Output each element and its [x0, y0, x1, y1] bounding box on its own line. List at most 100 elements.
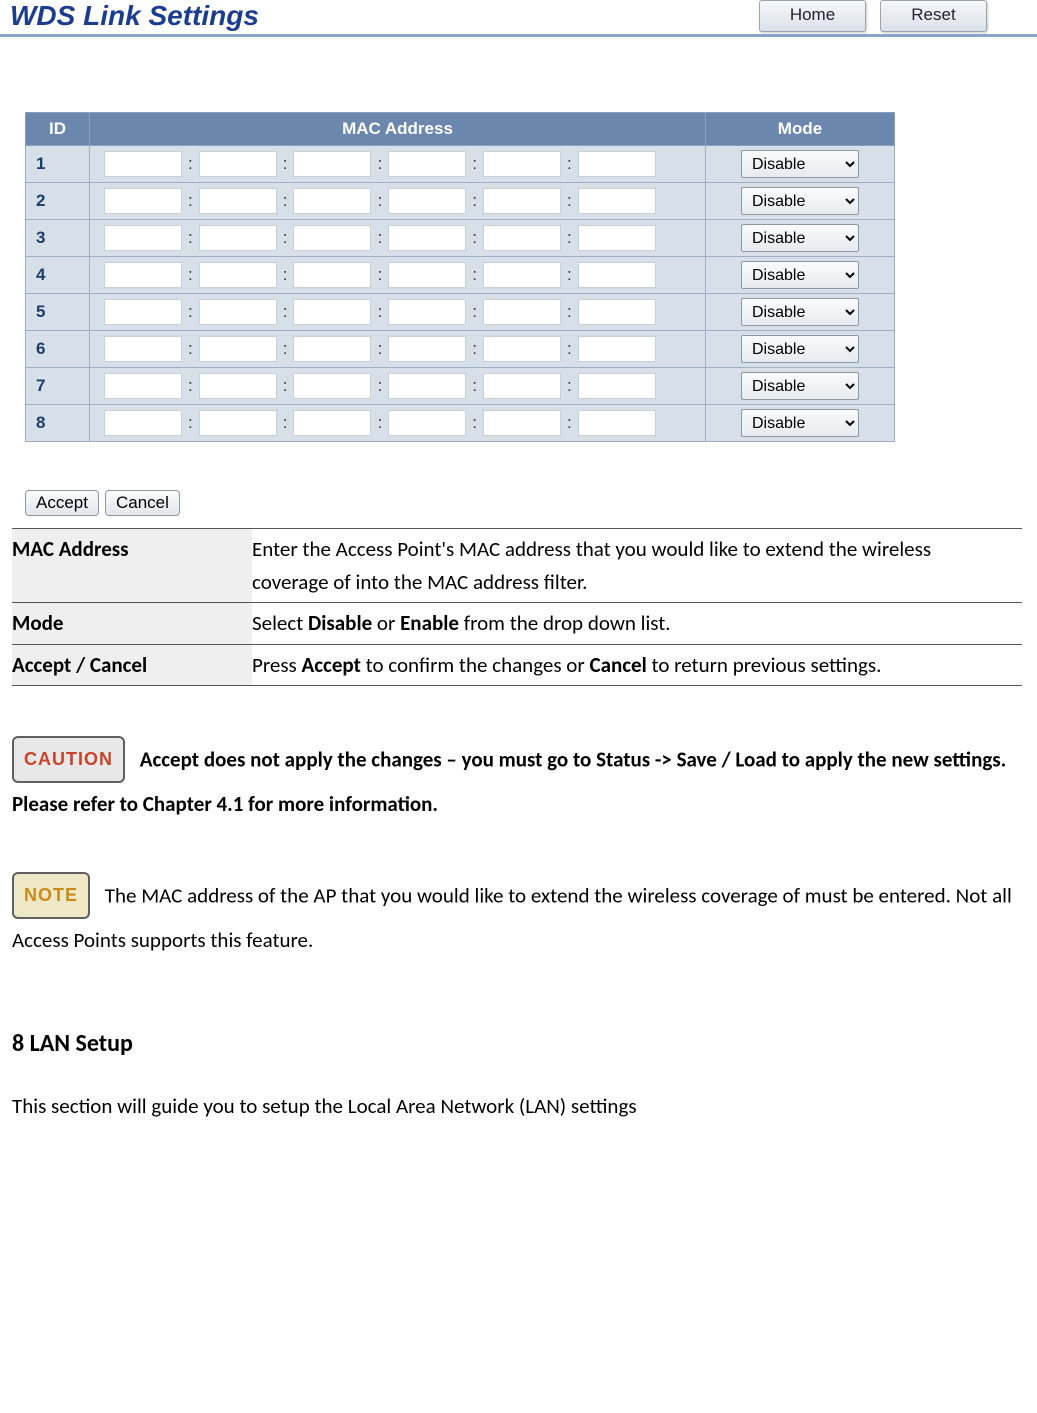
mac-separator: :: [472, 265, 477, 284]
mac-octet-input[interactable]: [483, 373, 561, 399]
mode-select[interactable]: Disable: [741, 372, 859, 400]
mac-octet-input[interactable]: [388, 225, 466, 251]
mac-octet-input[interactable]: [483, 336, 561, 362]
desc-text: to confirm the changes or: [361, 652, 590, 678]
mac-octet-input[interactable]: [293, 299, 371, 325]
mac-octet-input[interactable]: [199, 225, 277, 251]
mac-separator: :: [283, 191, 288, 210]
mac-address-cell: :::::: [90, 405, 706, 442]
mac-separator: :: [472, 302, 477, 321]
mac-separator: :: [567, 302, 572, 321]
mac-octet-input[interactable]: [104, 410, 182, 436]
note-text: The MAC address of the AP that you would…: [12, 883, 1012, 953]
mac-octet-input[interactable]: [483, 410, 561, 436]
desc-text: Select: [252, 610, 308, 636]
col-header-mode: Mode: [706, 113, 895, 146]
mac-octet-input[interactable]: [388, 188, 466, 214]
mac-octet-input[interactable]: [483, 151, 561, 177]
mac-octet-input[interactable]: [388, 373, 466, 399]
mac-separator: :: [188, 376, 193, 395]
row-id: 1: [26, 146, 90, 183]
mac-octet-input[interactable]: [483, 299, 561, 325]
mac-octet-input[interactable]: [293, 410, 371, 436]
home-button[interactable]: Home: [759, 0, 866, 32]
mac-octet-input[interactable]: [388, 262, 466, 288]
mac-octet-input[interactable]: [293, 188, 371, 214]
mac-octet-input[interactable]: [293, 373, 371, 399]
mac-separator: :: [567, 265, 572, 284]
mac-octet-input[interactable]: [388, 151, 466, 177]
header-buttons: Home Reset: [759, 0, 1027, 32]
mac-octet-input[interactable]: [293, 336, 371, 362]
desc-bold-enable: Enable: [400, 610, 459, 636]
mode-select[interactable]: Disable: [741, 224, 859, 252]
mac-octet-input[interactable]: [199, 299, 277, 325]
mac-octet-input[interactable]: [199, 373, 277, 399]
mac-separator: :: [283, 265, 288, 284]
mac-octet-input[interactable]: [104, 151, 182, 177]
mac-octet-input[interactable]: [483, 225, 561, 251]
mac-octet-input[interactable]: [199, 151, 277, 177]
mac-octet-input[interactable]: [388, 336, 466, 362]
row-id: 7: [26, 368, 90, 405]
mac-octet-input[interactable]: [483, 262, 561, 288]
mac-separator: :: [377, 376, 382, 395]
table-row: 8:::::Disable: [26, 405, 895, 442]
mac-octet-input[interactable]: [104, 299, 182, 325]
mac-octet-input[interactable]: [578, 151, 656, 177]
mode-cell: Disable: [706, 368, 895, 405]
caution-icon: CAUTION: [12, 736, 125, 783]
mode-select[interactable]: Disable: [741, 409, 859, 437]
mac-separator: :: [377, 191, 382, 210]
mac-octet-input[interactable]: [199, 262, 277, 288]
mac-octet-input[interactable]: [578, 188, 656, 214]
mac-octet-input[interactable]: [104, 373, 182, 399]
mac-octet-input[interactable]: [199, 188, 277, 214]
mac-octet-input[interactable]: [578, 410, 656, 436]
mac-separator: :: [567, 339, 572, 358]
table-row: 6:::::Disable: [26, 331, 895, 368]
mode-select[interactable]: Disable: [741, 187, 859, 215]
mac-octet-input[interactable]: [483, 188, 561, 214]
note-icon: NOTE: [12, 872, 90, 919]
section-heading: 8 LAN Setup: [12, 1029, 1037, 1058]
table-row: 1:::::Disable: [26, 146, 895, 183]
desc-text-mode: Select Disable or Enable from the drop d…: [252, 603, 1022, 645]
mac-octet-input[interactable]: [104, 262, 182, 288]
table-row: MAC Address Enter the Access Point's MAC…: [12, 529, 1022, 603]
table-row: 3:::::Disable: [26, 220, 895, 257]
mode-select[interactable]: Disable: [741, 298, 859, 326]
mac-octet-input[interactable]: [578, 262, 656, 288]
mac-octet-input[interactable]: [293, 225, 371, 251]
row-id: 3: [26, 220, 90, 257]
reset-button[interactable]: Reset: [880, 0, 987, 32]
mac-address-cell: :::::: [90, 183, 706, 220]
mac-separator: :: [567, 413, 572, 432]
note-callout: NOTE The MAC address of the AP that you …: [12, 872, 1025, 958]
mac-octet-input[interactable]: [104, 225, 182, 251]
mac-octet-input[interactable]: [578, 225, 656, 251]
mac-octet-input[interactable]: [578, 336, 656, 362]
desc-label-acceptcancel: Accept / Cancel: [12, 644, 252, 686]
mode-select[interactable]: Disable: [741, 150, 859, 178]
mac-octet-input[interactable]: [199, 336, 277, 362]
mac-separator: :: [377, 302, 382, 321]
accept-button[interactable]: Accept: [25, 490, 99, 516]
mode-select[interactable]: Disable: [741, 335, 859, 363]
mac-octet-input[interactable]: [199, 410, 277, 436]
mac-octet-input[interactable]: [104, 188, 182, 214]
mac-octet-input[interactable]: [388, 299, 466, 325]
mac-separator: :: [188, 413, 193, 432]
desc-label-mode: Mode: [12, 603, 252, 645]
cancel-button[interactable]: Cancel: [105, 490, 180, 516]
caution-text: Accept does not apply the changes – you …: [12, 747, 1006, 817]
mac-octet-input[interactable]: [293, 151, 371, 177]
mode-select[interactable]: Disable: [741, 261, 859, 289]
action-buttons: Accept Cancel: [25, 490, 1037, 516]
mac-octet-input[interactable]: [388, 410, 466, 436]
mac-octet-input[interactable]: [293, 262, 371, 288]
mac-octet-input[interactable]: [104, 336, 182, 362]
table-row: 7:::::Disable: [26, 368, 895, 405]
mac-octet-input[interactable]: [578, 299, 656, 325]
mac-octet-input[interactable]: [578, 373, 656, 399]
